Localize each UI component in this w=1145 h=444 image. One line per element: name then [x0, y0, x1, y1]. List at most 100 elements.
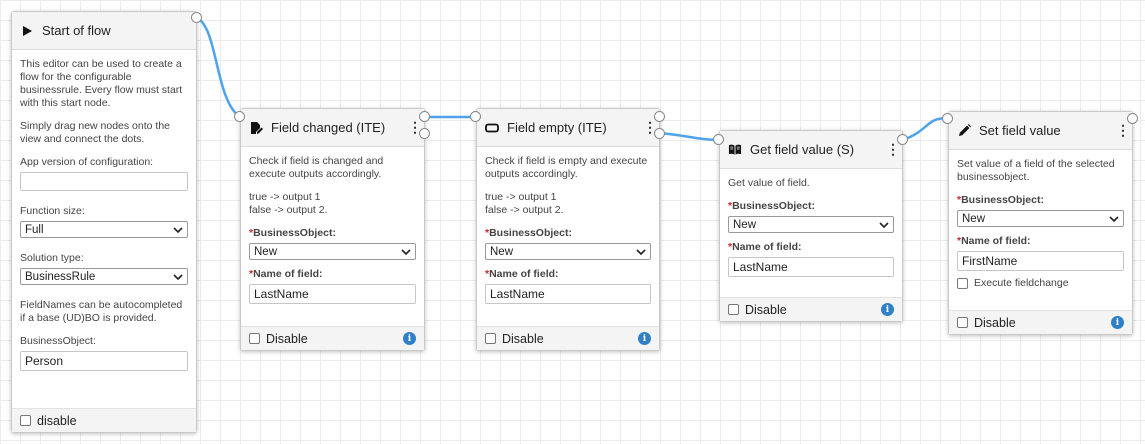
- app-version-input[interactable]: [20, 172, 188, 191]
- set-field-value-header[interactable]: Set field value ⋮: [949, 112, 1132, 150]
- node-title: Set field value: [979, 123, 1061, 138]
- execute-fieldchange-row: Execute fieldchange: [957, 277, 1124, 289]
- chevron-down-icon: [173, 226, 183, 233]
- bo-select[interactable]: New: [249, 243, 416, 260]
- chevron-down-icon: [401, 248, 411, 255]
- play-icon: [20, 24, 34, 38]
- field-empty-input-port[interactable]: [470, 111, 481, 122]
- node-title: Field changed (ITE): [271, 120, 386, 135]
- node-description: Check if field is empty and execute outp…: [485, 155, 648, 180]
- kebab-menu-icon[interactable]: ⋮: [1116, 122, 1130, 139]
- info-icon[interactable]: i: [1111, 316, 1124, 329]
- bo-value: New: [490, 245, 514, 258]
- field-empty-output-port-2[interactable]: [654, 128, 665, 139]
- set-field-value-node[interactable]: Set field value ⋮ Set value of a field o…: [948, 111, 1133, 335]
- solution-type-label: Solution type:: [20, 252, 84, 264]
- node-title: Get field value (S): [750, 142, 855, 157]
- disable-checkbox[interactable]: [485, 333, 496, 344]
- disable-label: Disable: [974, 315, 1016, 330]
- node-footer: Disable i: [949, 310, 1132, 334]
- solution-type-select[interactable]: BusinessRule: [20, 268, 188, 285]
- start-output-port[interactable]: [191, 12, 202, 23]
- node-outputs-description: true -> output 1 false -> output 2.: [249, 191, 328, 216]
- kebab-menu-icon[interactable]: ⋮: [408, 119, 422, 136]
- get-field-value-output-port[interactable]: [897, 134, 908, 145]
- node-description: Check if field is changed and execute ou…: [249, 155, 384, 180]
- node-description: Set value of a field of the selected bus…: [957, 158, 1115, 183]
- bo-select[interactable]: New: [957, 210, 1124, 227]
- get-field-value-node[interactable]: Get field value (S) ⋮ Get value of field…: [719, 130, 903, 322]
- node-footer: Disable i: [477, 326, 659, 350]
- kebab-menu-icon[interactable]: ⋮: [643, 119, 657, 136]
- get-field-value-header[interactable]: Get field value (S) ⋮: [720, 131, 902, 169]
- disable-label: Disable: [266, 331, 308, 346]
- bo-select[interactable]: New: [485, 243, 651, 260]
- bo-label: *BusinessObject:: [249, 227, 336, 239]
- execute-fieldchange-checkbox[interactable]: [957, 277, 968, 289]
- field-changed-output-port-2[interactable]: [419, 128, 430, 139]
- start-node-header[interactable]: Start of flow: [12, 12, 196, 50]
- disable-checkbox[interactable]: [20, 415, 31, 426]
- bo-select[interactable]: New: [728, 216, 894, 233]
- info-icon[interactable]: i: [881, 303, 894, 316]
- edit-document-icon: [249, 121, 263, 135]
- pencil-icon: [957, 124, 971, 138]
- chevron-down-icon: [173, 273, 183, 280]
- field-changed-node[interactable]: Field changed (ITE) ⋮ Check if field is …: [240, 108, 425, 351]
- solution-type-value: BusinessRule: [25, 270, 96, 283]
- wire-field-empty-to-get-field: [659, 131, 721, 142]
- disable-checkbox[interactable]: [249, 333, 260, 344]
- disable-label: Disable: [502, 331, 544, 346]
- field-name-label: *Name of field:: [728, 241, 802, 253]
- field-name-label: *Name of field:: [485, 268, 559, 280]
- wire-get-field-to-set-field: [902, 116, 949, 142]
- field-name-label: *Name of field:: [249, 268, 323, 280]
- disable-checkbox[interactable]: [728, 304, 739, 315]
- function-size-value: Full: [25, 223, 44, 236]
- field-changed-output-port-1[interactable]: [419, 111, 430, 122]
- chevron-down-icon: [1109, 215, 1119, 222]
- get-field-value-input-port[interactable]: [713, 134, 724, 145]
- node-description-2: Simply drag new nodes onto the view and …: [20, 120, 171, 145]
- bo-label: *BusinessObject:: [485, 227, 572, 239]
- bo-label: *BusinessObject:: [957, 194, 1044, 206]
- field-name-input[interactable]: LastName: [728, 257, 894, 277]
- field-empty-node[interactable]: Field empty (ITE) ⋮ Check if field is em…: [476, 108, 660, 351]
- node-footer: Disable i: [241, 326, 424, 350]
- info-icon[interactable]: i: [638, 332, 651, 345]
- bo-value: New: [733, 218, 757, 231]
- field-changed-header[interactable]: Field changed (ITE) ⋮: [241, 109, 424, 147]
- field-empty-header[interactable]: Field empty (ITE) ⋮: [477, 109, 659, 147]
- empty-field-icon: [485, 121, 499, 135]
- node-description: Get value of field.: [728, 177, 810, 189]
- set-field-value-input-port[interactable]: [942, 113, 953, 124]
- disable-checkbox[interactable]: [957, 317, 968, 328]
- app-version-label: App version of configuration:: [20, 156, 154, 168]
- node-title: Field empty (ITE): [507, 120, 607, 135]
- node-footer: Disable i: [720, 297, 902, 321]
- bo-label: BusinessObject:: [20, 335, 96, 347]
- execute-fieldchange-label: Execute fieldchange: [974, 277, 1069, 289]
- open-book-icon: [728, 143, 742, 157]
- bo-value: New: [254, 245, 278, 258]
- field-empty-output-port-1[interactable]: [654, 111, 665, 122]
- start-node[interactable]: Start of flow This editor can be used to…: [11, 11, 197, 433]
- field-name-input[interactable]: LastName: [485, 284, 651, 304]
- function-size-select[interactable]: Full: [20, 221, 188, 238]
- node-outputs-description: true -> output 1 false -> output 2.: [485, 191, 564, 216]
- field-name-label: *Name of field:: [957, 235, 1031, 247]
- function-size-label: Function size:: [20, 205, 85, 217]
- disable-label: Disable: [745, 302, 787, 317]
- field-changed-input-port[interactable]: [234, 111, 245, 122]
- bo-label: *BusinessObject:: [728, 200, 815, 212]
- chevron-down-icon: [636, 248, 646, 255]
- kebab-menu-icon[interactable]: ⋮: [886, 141, 900, 158]
- field-name-input[interactable]: FirstName: [957, 251, 1124, 271]
- set-field-value-output-port[interactable]: [1127, 113, 1138, 124]
- bo-input[interactable]: Person: [20, 351, 188, 371]
- info-icon[interactable]: i: [403, 332, 416, 345]
- field-name-input[interactable]: LastName: [249, 284, 416, 304]
- wire-start-to-field-changed: [196, 16, 241, 119]
- bo-value: New: [962, 212, 986, 225]
- chevron-down-icon: [879, 221, 889, 228]
